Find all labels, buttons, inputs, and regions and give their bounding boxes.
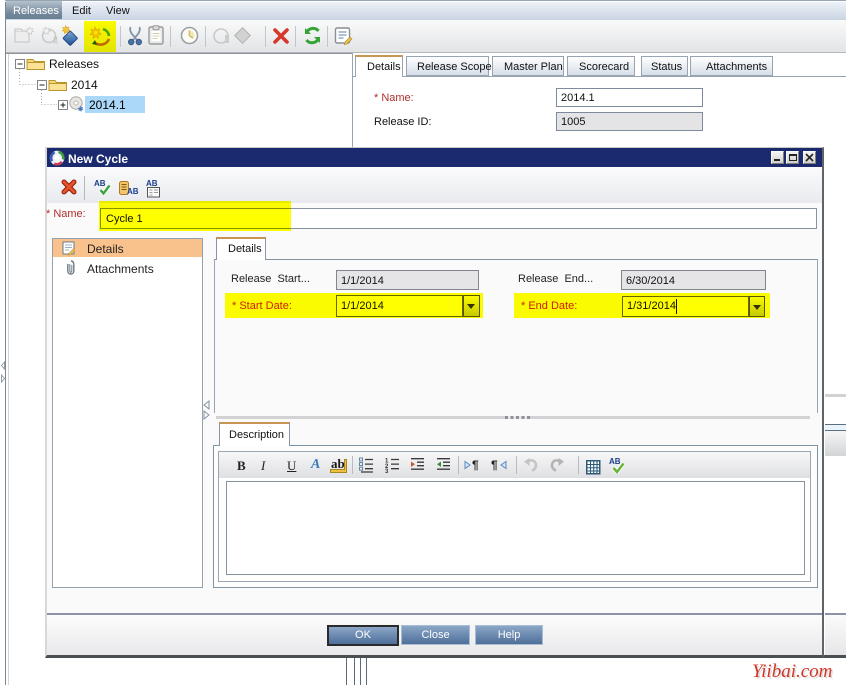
- svg-text:3: 3: [385, 469, 389, 473]
